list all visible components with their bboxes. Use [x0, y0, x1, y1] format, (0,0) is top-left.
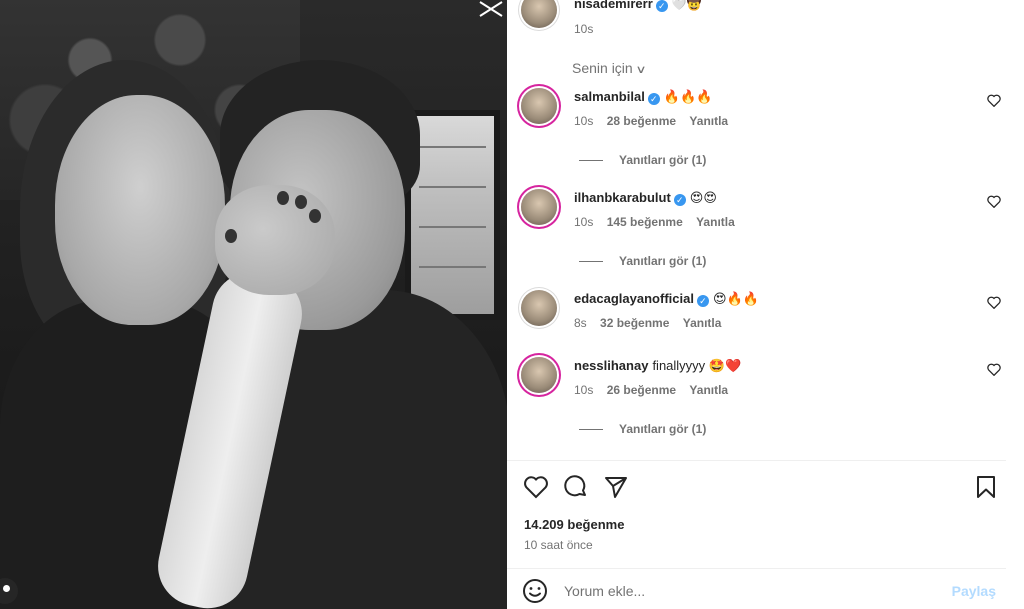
- window-edge: [1006, 0, 1024, 609]
- commenter-username[interactable]: edacaglayanofficial: [574, 291, 694, 306]
- view-replies-button[interactable]: Yanıtları gör (1): [579, 153, 706, 167]
- post-author-row: nisademirerr ✓ 🤍🤠 10s: [521, 0, 991, 40]
- smiley-icon[interactable]: [522, 578, 548, 604]
- instagram-post-view: nisademirerr ✓ 🤍🤠 10s Senin için ∨ salmanbi…: [0, 0, 1024, 609]
- comment-text-line: edacaglayanofficial ✓ 😍🔥🔥: [574, 290, 759, 308]
- commenter-username[interactable]: salmanbilal: [574, 89, 645, 104]
- commenter-avatar[interactable]: [521, 189, 557, 225]
- view-replies-button[interactable]: Yanıtları gör (1): [579, 422, 706, 436]
- post-comment-button[interactable]: Paylaş: [952, 583, 996, 599]
- verified-badge-icon: ✓: [655, 0, 668, 12]
- comment-input[interactable]: [564, 580, 924, 602]
- comment-item: nesslihanay finallyyyy 🤩❤️ 10s 26 beğenme…: [521, 357, 1001, 427]
- post-timestamp[interactable]: 10 saat önce: [524, 538, 593, 552]
- heart-icon[interactable]: [523, 474, 549, 500]
- sort-label: Senin için: [572, 60, 633, 76]
- comment-item: edacaglayanofficial ✓ 😍🔥🔥 8s 32 beğenme Ya…: [521, 290, 1001, 360]
- comment-time[interactable]: 10s: [574, 215, 593, 229]
- comment-meta: 10s 145 beğenme Yanıtla: [574, 215, 745, 229]
- divider: [507, 568, 1006, 569]
- comment-meta: 8s 32 beğenme Yanıtla: [574, 316, 731, 330]
- comment-text-line: ilhanbkarabulut ✓ 😍😍: [574, 189, 717, 207]
- heart-icon[interactable]: [987, 94, 1001, 107]
- comment-body: finallyyyy 🤩❤️: [652, 358, 742, 373]
- verified-badge-icon: ✓: [647, 93, 660, 105]
- sound-icon[interactable]: [476, 0, 506, 18]
- heart-icon[interactable]: [987, 363, 1001, 376]
- heart-icon[interactable]: [987, 296, 1001, 309]
- comment-body: 😍😍: [689, 190, 717, 205]
- paper-plane-icon[interactable]: [603, 474, 629, 500]
- heart-icon[interactable]: [987, 195, 1001, 208]
- comment-text-line: salmanbilal ✓ 🔥🔥🔥: [574, 88, 712, 106]
- comment-meta: 10s 28 beğenme Yanıtla: [574, 114, 738, 128]
- comment-item: salmanbilal ✓ 🔥🔥🔥 10s 28 beğenme Yanıtla: [521, 88, 1001, 158]
- comment-likes[interactable]: 26 beğenme: [607, 383, 676, 397]
- post-photo[interactable]: [0, 0, 507, 609]
- action-bar: [521, 474, 1001, 502]
- bookmark-icon[interactable]: [973, 474, 999, 500]
- comment-meta: 10s 26 beğenme Yanıtla: [574, 383, 738, 397]
- view-replies-button[interactable]: Yanıtları gör (1): [579, 254, 706, 268]
- comment-likes[interactable]: 32 beğenme: [600, 316, 669, 330]
- photo-hand: [215, 185, 335, 295]
- author-line: nisademirerr ✓ 🤍🤠: [574, 0, 702, 12]
- comment-item: ilhanbkarabulut ✓ 😍😍 10s 145 beğenme Yanıt…: [521, 189, 1001, 259]
- comment-composer: Paylaş: [507, 570, 1006, 609]
- author-avatar[interactable]: [521, 0, 557, 28]
- author-caption: 🤍🤠: [671, 0, 702, 11]
- commenter-username[interactable]: ilhanbkarabulut: [574, 190, 671, 205]
- comment-time[interactable]: 8s: [574, 316, 587, 330]
- commenter-avatar[interactable]: [521, 88, 557, 124]
- reply-button[interactable]: Yanıtla: [689, 114, 728, 128]
- verified-badge-icon: ✓: [673, 194, 686, 206]
- photo-figure-face: [55, 95, 225, 325]
- comment-time[interactable]: 10s: [574, 383, 593, 397]
- divider: [507, 460, 1006, 461]
- commenter-avatar[interactable]: [521, 290, 557, 326]
- comment-text-line: nesslihanay finallyyyy 🤩❤️: [574, 357, 741, 375]
- like-count[interactable]: 14.209 beğenme: [524, 517, 624, 532]
- comment-sort-dropdown[interactable]: Senin için ∨: [572, 60, 647, 76]
- comment-time[interactable]: 10s: [574, 114, 593, 128]
- reply-button[interactable]: Yanıtla: [683, 316, 722, 330]
- reply-button[interactable]: Yanıtla: [689, 383, 728, 397]
- comments-panel: nisademirerr ✓ 🤍🤠 10s Senin için ∨ salmanbi…: [507, 0, 1006, 609]
- commenter-avatar[interactable]: [521, 357, 557, 393]
- author-time: 10s: [574, 22, 594, 36]
- chevron-down-icon: ∨: [635, 64, 647, 76]
- reply-button[interactable]: Yanıtla: [696, 215, 735, 229]
- comment-body: 😍🔥🔥: [712, 291, 759, 306]
- comment-body: 🔥🔥🔥: [663, 89, 713, 104]
- author-username[interactable]: nisademirerr: [574, 0, 653, 11]
- comment-bubble-icon[interactable]: [563, 474, 589, 500]
- commenter-username[interactable]: nesslihanay: [574, 358, 648, 373]
- verified-badge-icon: ✓: [696, 295, 709, 307]
- comment-likes[interactable]: 28 beğenme: [607, 114, 676, 128]
- comment-likes[interactable]: 145 beğenme: [607, 215, 683, 229]
